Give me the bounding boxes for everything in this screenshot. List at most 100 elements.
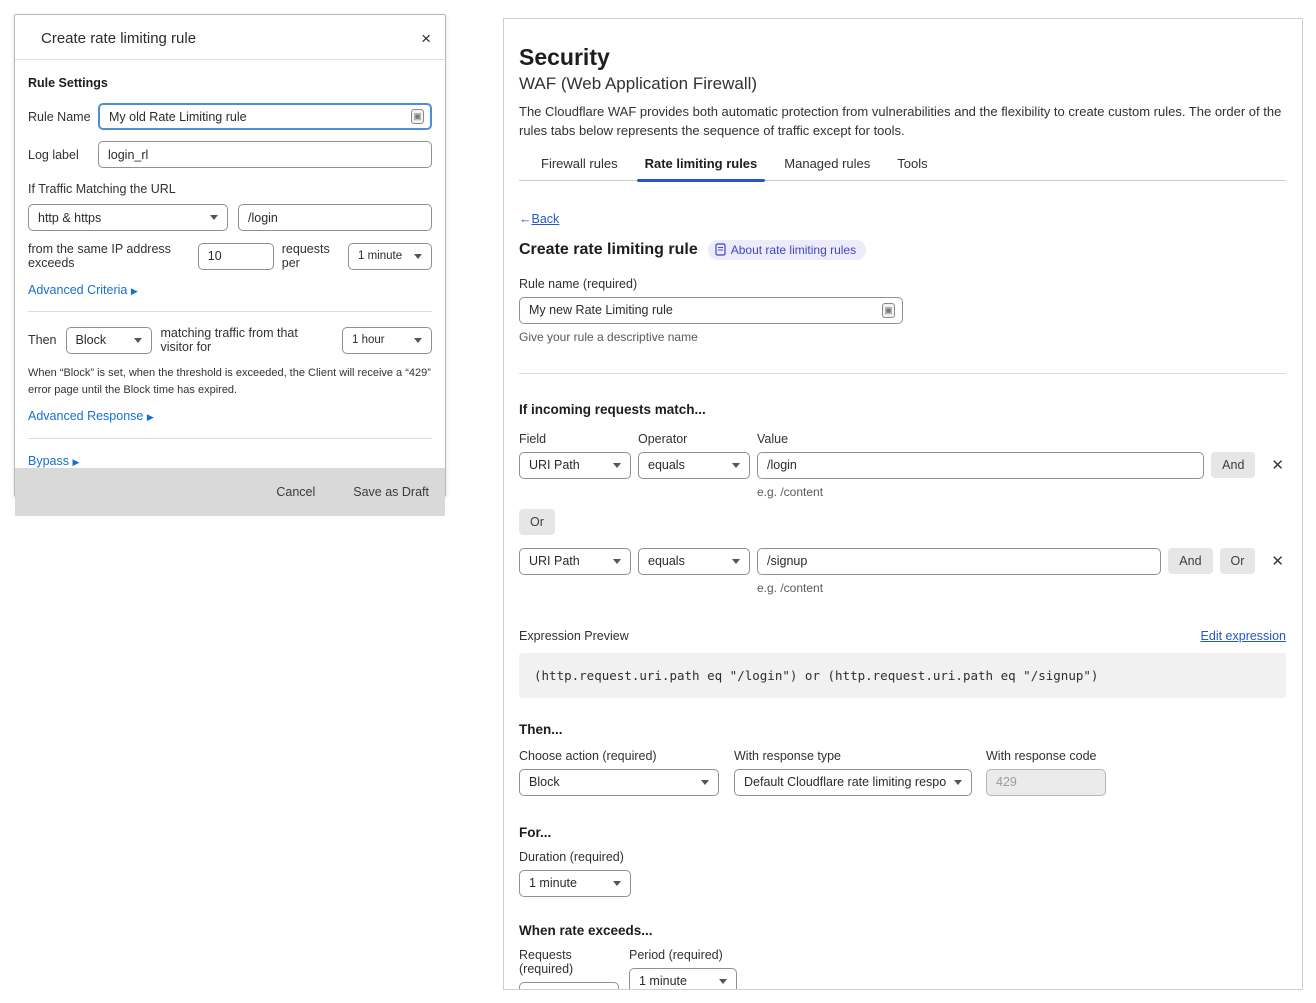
back-link[interactable]: ←Back — [519, 212, 559, 226]
tab-managed-rules[interactable]: Managed rules — [784, 156, 870, 180]
modal-header: Create rate limiting rule × — [15, 15, 445, 60]
rule-name-label: Rule name (required) — [519, 277, 1286, 291]
and-button[interactable]: And — [1168, 548, 1212, 574]
caret-right-icon: ▶ — [131, 286, 138, 296]
exceeds-prefix-text: from the same IP address exceeds — [28, 242, 190, 270]
chevron-down-icon — [613, 881, 621, 886]
value-helper: e.g. /content — [757, 581, 1286, 595]
chevron-down-icon — [210, 215, 218, 220]
section-divider — [28, 311, 432, 312]
log-label-label: Log label — [28, 148, 98, 162]
modal-title: Create rate limiting rule — [41, 30, 196, 47]
period-select[interactable]: 1 minute — [629, 968, 737, 990]
then-heading: Then... — [519, 722, 1286, 737]
period-label: Period (required) — [629, 948, 737, 962]
condition-row: URI Path equals And Or ✕ — [519, 548, 1286, 575]
rate-heading: When rate exceeds... — [519, 923, 1286, 938]
modal-body: Rule Settings Rule Name ▣ Log label If T… — [15, 60, 445, 468]
autofill-icon[interactable]: ▣ — [411, 109, 424, 124]
chevron-down-icon — [719, 979, 727, 984]
security-waf-panel: Security WAF (Web Application Firewall) … — [503, 18, 1303, 990]
chevron-down-icon — [954, 780, 962, 785]
field-column-label: Field — [519, 432, 631, 446]
then-middle-text: matching traffic from that visitor for — [161, 326, 334, 354]
chevron-down-icon — [134, 338, 142, 343]
caret-right-icon: ▶ — [147, 412, 154, 422]
operator-select[interactable]: equals — [638, 548, 750, 575]
duration-label: Duration (required) — [519, 850, 1286, 864]
choose-action-label: Choose action (required) — [519, 749, 719, 763]
value-input[interactable] — [757, 548, 1161, 575]
value-column-label: Value — [757, 432, 788, 446]
response-type-label: With response type — [734, 749, 972, 763]
value-helper: e.g. /content — [757, 485, 1286, 499]
expression-code: (http.request.uri.path eq "/login") or (… — [519, 653, 1286, 698]
page-subtitle: WAF (Web Application Firewall) — [519, 74, 1286, 94]
advanced-response-link[interactable]: Advanced Response ▶ — [28, 409, 432, 423]
close-icon[interactable]: × — [421, 30, 431, 47]
chevron-down-icon — [613, 463, 621, 468]
save-as-draft-button[interactable]: Save as Draft — [353, 485, 429, 499]
rule-name-helper: Give your rule a descriptive name — [519, 330, 1286, 344]
bypass-link[interactable]: Bypass ▶ — [28, 454, 432, 468]
or-button[interactable]: Or — [519, 509, 555, 535]
response-code-label: With response code — [986, 749, 1106, 763]
section-divider — [519, 373, 1286, 374]
document-icon — [715, 243, 726, 256]
chevron-down-icon — [414, 338, 422, 343]
block-note-text: When “Block” is set, when the threshold … — [28, 365, 432, 399]
edit-expression-link[interactable]: Edit expression — [1201, 629, 1286, 643]
advanced-criteria-link[interactable]: Advanced Criteria ▶ — [28, 283, 432, 297]
waf-tabs: Firewall rules Rate limiting rules Manag… — [519, 156, 1286, 181]
remove-condition-icon[interactable]: ✕ — [1269, 456, 1286, 474]
remove-condition-icon[interactable]: ✕ — [1269, 552, 1286, 570]
rule-name-input[interactable] — [519, 297, 903, 324]
value-input[interactable] — [757, 452, 1204, 479]
operator-select[interactable]: equals — [638, 452, 750, 479]
arrow-left-icon: ← — [519, 212, 532, 226]
requests-count-input[interactable] — [198, 243, 274, 270]
requests-suffix-text: requests per — [282, 242, 340, 270]
field-select[interactable]: URI Path — [519, 548, 631, 575]
expression-preview-label: Expression Preview — [519, 629, 629, 643]
scheme-select[interactable]: http & https — [28, 204, 228, 231]
operator-column-label: Operator — [638, 432, 750, 446]
modal-footer: Cancel Save as Draft — [15, 468, 445, 516]
page-description: The Cloudflare WAF provides both automat… — [519, 103, 1286, 141]
tab-tools[interactable]: Tools — [897, 156, 927, 180]
requests-input[interactable] — [519, 982, 619, 990]
duration-select[interactable]: 1 minute — [519, 870, 631, 897]
or-button[interactable]: Or — [1220, 548, 1256, 574]
chevron-down-icon — [701, 780, 709, 785]
chevron-down-icon — [732, 463, 740, 468]
create-rate-limit-modal: Create rate limiting rule × Rule Setting… — [14, 14, 446, 497]
response-type-select[interactable]: Default Cloudflare rate limiting respons… — [734, 769, 972, 796]
url-pattern-input[interactable] — [238, 204, 432, 231]
caret-right-icon: ▶ — [72, 457, 79, 467]
rule-name-label: Rule Name — [28, 110, 98, 124]
autofill-icon[interactable]: ▣ — [882, 303, 895, 318]
choose-action-select[interactable]: Block — [519, 769, 719, 796]
tab-firewall-rules[interactable]: Firewall rules — [541, 156, 618, 180]
field-select[interactable]: URI Path — [519, 452, 631, 479]
period-select[interactable]: 1 minute — [348, 243, 432, 270]
for-heading: For... — [519, 825, 1286, 840]
match-heading: If incoming requests match... — [519, 402, 1286, 417]
chevron-down-icon — [414, 254, 422, 259]
response-code-input — [986, 769, 1106, 796]
traffic-match-heading: If Traffic Matching the URL — [28, 182, 432, 196]
log-label-input[interactable] — [98, 141, 432, 168]
chevron-down-icon — [613, 559, 621, 564]
tab-rate-limiting-rules[interactable]: Rate limiting rules — [645, 156, 758, 180]
then-prefix-text: Then — [28, 333, 57, 347]
and-button[interactable]: And — [1211, 452, 1255, 478]
rule-name-input[interactable] — [98, 103, 432, 130]
action-select[interactable]: Block — [66, 327, 152, 354]
rule-settings-heading: Rule Settings — [28, 76, 432, 90]
about-rate-limiting-badge[interactable]: About rate limiting rules — [708, 240, 866, 260]
requests-label: Requests (required) — [519, 948, 619, 976]
block-duration-select[interactable]: 1 hour — [342, 327, 432, 354]
section-divider — [28, 438, 432, 439]
cancel-button[interactable]: Cancel — [276, 485, 315, 499]
condition-row: URI Path equals And ✕ — [519, 452, 1286, 479]
